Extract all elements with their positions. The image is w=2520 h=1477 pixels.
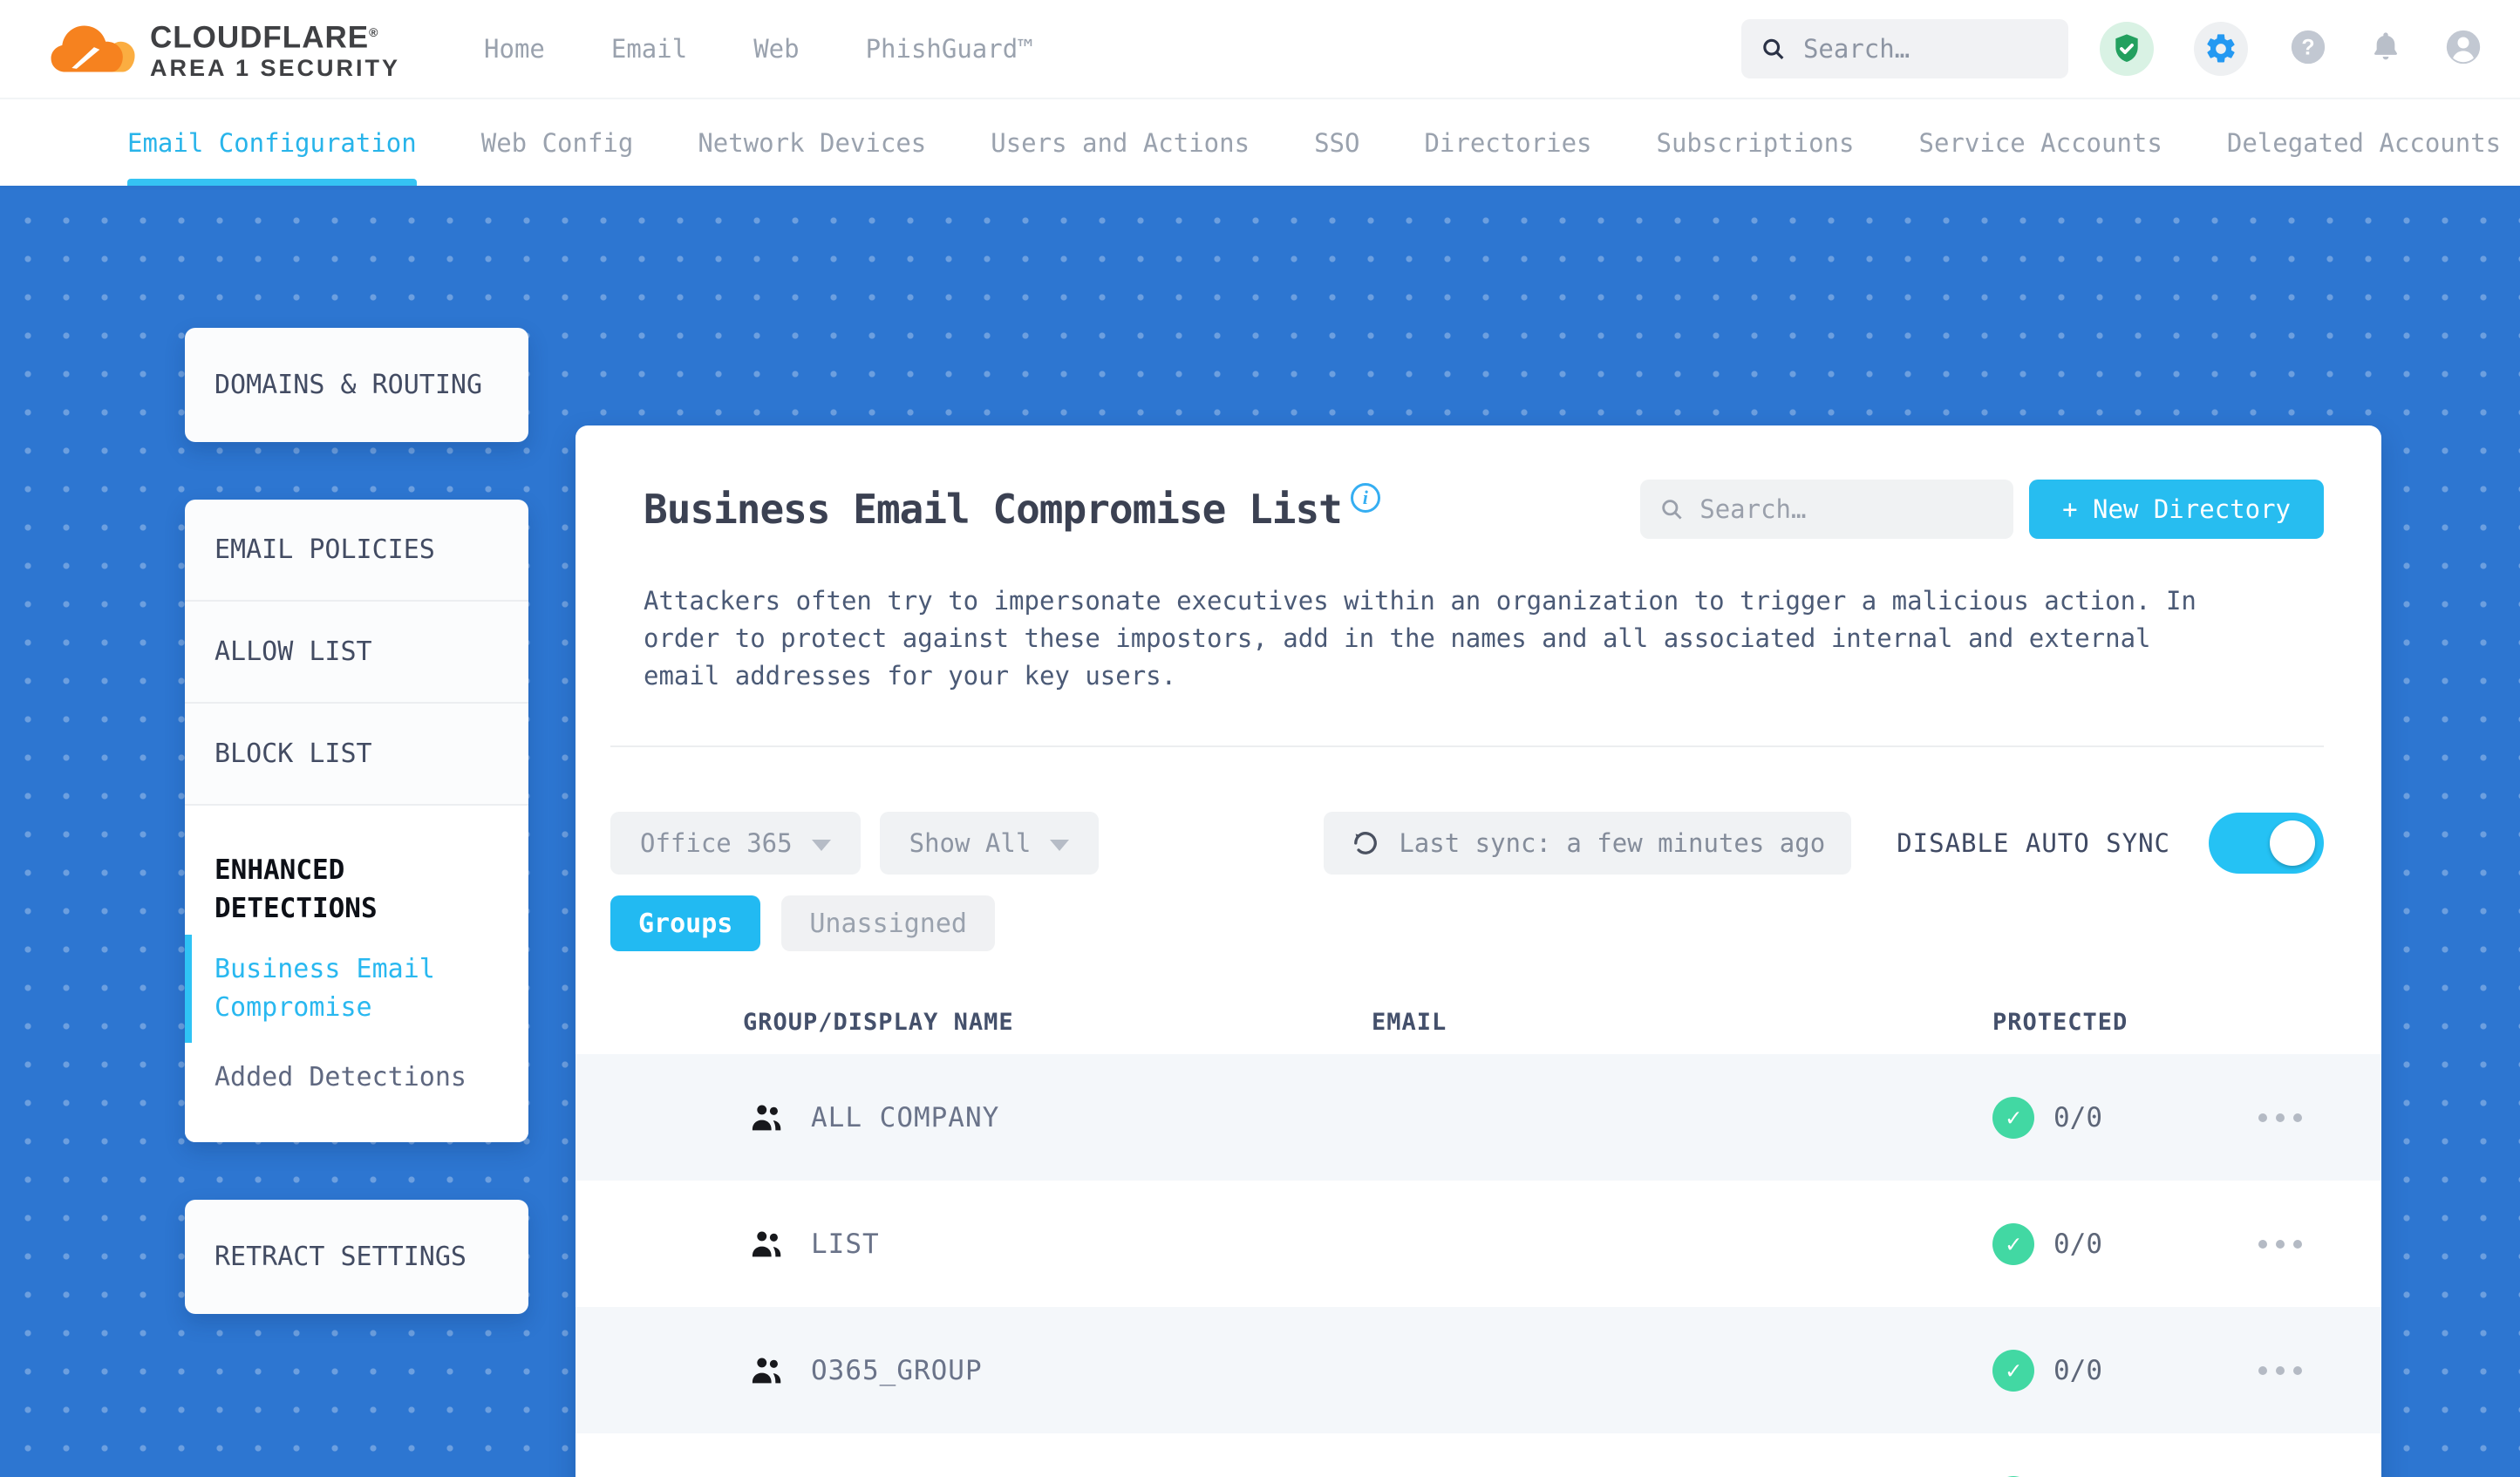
page-description: Attackers often try to impersonate execu… bbox=[644, 586, 2196, 691]
main-card: Business Email Compromise List i + New D… bbox=[576, 425, 2381, 1477]
list-search[interactable] bbox=[1640, 480, 2014, 539]
sidebar-item-email-policies[interactable]: EMAIL POLICIES bbox=[185, 500, 528, 602]
sidebar-item-business-email-compromise[interactable]: Business Email Compromise bbox=[185, 935, 528, 1043]
group-icon bbox=[752, 1230, 781, 1256]
tab-email-configuration[interactable]: Email Configuration bbox=[127, 99, 417, 186]
new-directory-button[interactable]: + New Directory bbox=[2029, 480, 2324, 539]
info-icon[interactable]: i bbox=[1350, 483, 1380, 513]
cloudflare-cloud-icon bbox=[51, 25, 135, 72]
auto-sync-toggle[interactable] bbox=[2209, 813, 2324, 874]
toggle-knob bbox=[2270, 820, 2315, 866]
global-search-input[interactable] bbox=[1802, 34, 2049, 64]
tab-web-config[interactable]: Web Config bbox=[481, 99, 634, 186]
sidebar-item-domains-routing[interactable]: DOMAINS & ROUTING bbox=[185, 328, 528, 442]
chevron-down-icon bbox=[811, 839, 831, 851]
settings-gear-icon[interactable] bbox=[2194, 22, 2248, 76]
disable-auto-sync-label: DISABLE AUTO SYNC bbox=[1897, 828, 2170, 858]
chevron-down-icon bbox=[1050, 839, 1070, 851]
refresh-icon bbox=[1354, 832, 1378, 854]
group-name: ALL COMPANY bbox=[811, 1101, 1000, 1133]
cloudflare-logo: CLOUDFLARE® AREA 1 SECURITY bbox=[49, 16, 400, 83]
section-nav: Email Configuration Web Config Network D… bbox=[0, 98, 2520, 186]
group-icon bbox=[752, 1104, 781, 1130]
row-actions-menu[interactable] bbox=[2258, 1113, 2319, 1122]
col-email: EMAIL bbox=[1372, 1008, 1447, 1036]
table-row[interactable]: ALL COMPANY ✓ 0/0 bbox=[576, 1054, 2381, 1181]
protected-check-icon: ✓ bbox=[1992, 1222, 2034, 1265]
help-icon[interactable]: ? bbox=[2288, 27, 2328, 71]
search-icon bbox=[1763, 38, 1784, 59]
show-filter-dropdown[interactable]: Show All bbox=[879, 812, 1100, 875]
row-actions-menu[interactable] bbox=[2258, 1365, 2319, 1375]
sidebar-item-retract-settings[interactable]: RETRACT SETTINGS bbox=[185, 1200, 528, 1314]
table-row[interactable]: O365_GROUP ✓ 0/0 bbox=[576, 1307, 2381, 1433]
group-name: LIST bbox=[811, 1228, 880, 1260]
top-nav-email[interactable]: Email bbox=[611, 34, 687, 64]
protected-check-icon: ✓ bbox=[1992, 1096, 2034, 1139]
tab-subscriptions[interactable]: Subscriptions bbox=[1657, 99, 1855, 186]
tab-directories[interactable]: Directories bbox=[1424, 99, 1591, 186]
sidebar-item-added-detections[interactable]: Added Detections bbox=[185, 1043, 528, 1113]
row-actions-menu[interactable] bbox=[2258, 1239, 2319, 1249]
last-sync-status[interactable]: Last sync: a few minutes ago bbox=[1324, 812, 1852, 875]
shield-check-icon[interactable] bbox=[2100, 22, 2154, 76]
group-name: O365_GROUP bbox=[811, 1354, 983, 1386]
sidebar-item-allow-list[interactable]: ALLOW LIST bbox=[185, 602, 528, 704]
col-protected: PROTECTED bbox=[1992, 1008, 2128, 1036]
directory-filter-dropdown[interactable]: Office 365 bbox=[610, 812, 861, 875]
notifications-bell-icon[interactable] bbox=[2368, 30, 2403, 68]
list-search-input[interactable] bbox=[1699, 494, 1995, 524]
top-nav: Home Email Web PhishGuard™ bbox=[484, 34, 1033, 64]
brand-mark: ® bbox=[369, 24, 379, 39]
top-nav-phishguard[interactable]: PhishGuard™ bbox=[866, 34, 1033, 64]
search-icon bbox=[1662, 500, 1682, 520]
sidebar-item-enhanced-detections[interactable]: ENHANCED DETECTIONS bbox=[185, 828, 446, 935]
tab-groups[interactable]: Groups bbox=[610, 895, 761, 951]
tab-network-devices[interactable]: Network Devices bbox=[698, 99, 926, 186]
tab-sso[interactable]: SSO bbox=[1314, 99, 1359, 186]
col-group-display-name: GROUP/DISPLAY NAME bbox=[743, 1008, 1014, 1036]
divider bbox=[610, 745, 2324, 747]
user-profile-icon[interactable] bbox=[2443, 27, 2483, 71]
top-nav-web[interactable]: Web bbox=[753, 34, 799, 64]
groups-table: GROUP/DISPLAY NAME EMAIL PROTECTED ALL C… bbox=[576, 990, 2381, 1477]
page-title: Business Email Compromise List bbox=[644, 486, 1343, 533]
sidebar-item-block-list[interactable]: BLOCK LIST bbox=[185, 704, 528, 806]
group-icon bbox=[752, 1357, 781, 1383]
protected-count: 0/0 bbox=[2053, 1228, 2102, 1260]
global-search[interactable] bbox=[1741, 19, 2068, 78]
svg-text:?: ? bbox=[2301, 36, 2314, 60]
table-header-row: GROUP/DISPLAY NAME EMAIL PROTECTED bbox=[576, 990, 2381, 1054]
top-header: CLOUDFLARE® AREA 1 SECURITY Home Email W… bbox=[0, 0, 2520, 98]
workspace-background: DOMAINS & ROUTING EMAIL POLICIES ALLOW L… bbox=[0, 186, 2520, 1477]
table-row[interactable]: LIST ✓ 0/0 bbox=[576, 1181, 2381, 1307]
top-nav-home[interactable]: Home bbox=[484, 34, 545, 64]
protected-check-icon: ✓ bbox=[1992, 1349, 2034, 1392]
protected-count: 0/0 bbox=[2053, 1354, 2102, 1386]
brand-name: CLOUDFLARE® bbox=[150, 20, 379, 55]
tab-unassigned[interactable]: Unassigned bbox=[781, 895, 995, 951]
tab-delegated-accounts[interactable]: Delegated Accounts bbox=[2227, 99, 2501, 186]
sidebar: DOMAINS & ROUTING EMAIL POLICIES ALLOW L… bbox=[185, 328, 528, 1372]
tab-service-accounts[interactable]: Service Accounts bbox=[1919, 99, 2162, 186]
tab-users-and-actions[interactable]: Users and Actions bbox=[991, 99, 1250, 186]
table-row[interactable]: PILOTGROUP ✓ 0/0 bbox=[576, 1433, 2381, 1477]
protected-count: 0/0 bbox=[2053, 1101, 2102, 1133]
brand-subtitle: AREA 1 SECURITY bbox=[150, 55, 401, 82]
